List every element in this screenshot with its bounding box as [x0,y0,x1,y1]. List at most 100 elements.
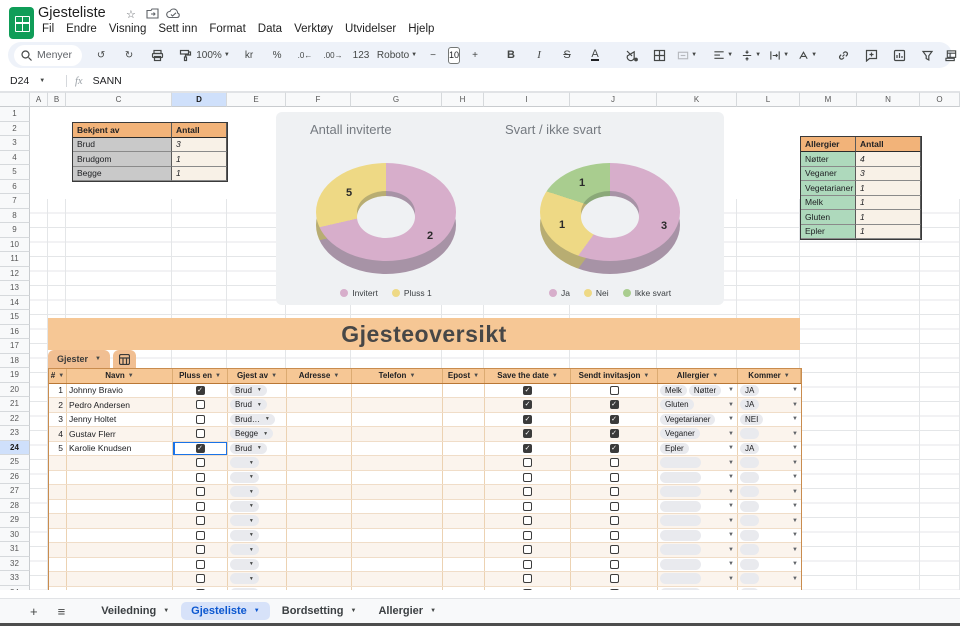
donut-chart[interactable]: 3 1 1 [540,163,680,274]
allergier-cell[interactable]: ▼ [658,514,738,528]
dropdown-chip[interactable] [740,587,759,590]
dropdown-chip[interactable] [740,428,759,440]
checkbox[interactable] [195,458,205,468]
all-sheets-button[interactable]: ≡ [50,604,74,619]
kommer-cell[interactable]: JA ▼ [738,442,801,456]
text-wrap-button[interactable]: ▼ [766,45,792,65]
save-the-date-cell[interactable] [485,456,571,470]
sheet-tab-gjesteliste[interactable]: Gjesteliste ▼ [181,602,270,620]
checkbox[interactable] [609,574,619,584]
kommer-cell[interactable]: NEI ▼ [738,413,801,427]
epost-cell[interactable] [443,470,485,484]
guest-num-cell[interactable] [49,499,67,513]
dropdown-chip[interactable]: ▼ [230,573,259,585]
allergier-cell[interactable]: ▼ [658,456,738,470]
dropdown-chip[interactable]: JA [740,442,760,454]
dropdown-chip[interactable]: Brud ▼ [230,442,267,454]
dropdown-chip[interactable]: ▼ [230,544,259,556]
guest-num-cell[interactable] [49,456,67,470]
guest-name-cell[interactable]: Johnny Bravio [67,383,173,397]
checkbox[interactable]: ✓ [609,429,619,439]
guest-col-header[interactable]: Allergier ▼ [658,369,738,383]
move-folder-icon[interactable] [146,8,159,22]
allergier-cell[interactable]: Veganer ▼ [658,427,738,441]
view-grid-button[interactable] [112,350,136,368]
column-header-G[interactable]: G [351,92,442,107]
guest-num-cell[interactable]: 3 [49,412,67,426]
checkbox[interactable] [523,516,532,526]
name-box[interactable]: D24 ▼ [0,75,62,87]
insert-chart-button[interactable] [886,45,912,65]
guest-name-cell[interactable] [67,499,173,513]
guest-col-header[interactable]: Epost ▼ [443,369,485,383]
guest-num-cell[interactable]: 2 [49,398,67,412]
chevron-down-icon[interactable]: ▼ [430,608,436,614]
adresse-cell[interactable] [287,543,352,557]
pluss-en-cell[interactable] [173,572,228,586]
row-header-21[interactable]: 21 [0,397,30,412]
guest-col-header[interactable]: # ▼ [49,369,67,383]
row-header-24[interactable]: 24 [0,440,30,455]
sendt-invitasjon-cell[interactable] [571,456,658,470]
allergier-cell[interactable]: ▼ [658,499,738,513]
dropdown-chip[interactable]: JA [740,384,760,396]
gjest-av-cell[interactable]: ▼ [228,572,287,586]
row-header-31[interactable]: 31 [0,542,30,557]
dropdown-chip[interactable] [740,573,759,585]
row-header-30[interactable]: 30 [0,527,30,542]
pluss-en-cell[interactable]: ✓ [173,383,228,397]
guest-name-cell[interactable] [67,572,173,586]
dropdown-chip[interactable] [660,515,702,527]
italic-button[interactable]: I [526,45,552,65]
dropdown-chip[interactable] [740,529,759,541]
row-header-16[interactable]: 16 [0,324,30,339]
dropdown-chip[interactable]: Nøtter [688,384,722,396]
menu-verktøy[interactable]: Verktøy [288,21,339,37]
sendt-invitasjon-cell[interactable]: ✓ [571,441,658,455]
dropdown-chip[interactable] [740,558,759,570]
create-filter-button[interactable] [914,45,940,65]
dropdown-chip[interactable]: Melk [660,384,687,396]
telefon-cell[interactable] [352,485,443,499]
dropdown-chip[interactable]: ▼ [230,471,259,483]
allergier-cell[interactable]: ▼ [658,470,738,484]
checkbox[interactable] [195,501,205,511]
kommer-cell[interactable]: ▼ [738,558,801,572]
row-header-2[interactable]: 2 [0,121,30,136]
save-the-date-cell[interactable]: ✓ [485,441,571,455]
checkbox[interactable] [195,487,205,497]
adresse-cell[interactable] [287,485,352,499]
sheet-tab-bordsetting[interactable]: Bordsetting ▼ [272,602,367,620]
paint-format-button[interactable] [172,45,198,65]
column-header-O[interactable]: O [920,92,960,107]
adresse-cell[interactable] [287,427,352,441]
menu-hjelp[interactable]: Hjelp [402,21,440,37]
insert-link-button[interactable] [830,45,856,65]
row-header-13[interactable]: 13 [0,281,30,296]
kommer-cell[interactable]: ▼ [738,485,801,499]
sendt-invitasjon-cell[interactable] [571,470,658,484]
sendt-invitasjon-cell[interactable] [571,383,658,397]
checkbox[interactable] [609,559,619,569]
row-header-8[interactable]: 8 [0,208,30,223]
epost-cell[interactable] [443,586,485,590]
row-header-20[interactable]: 20 [0,382,30,397]
dropdown-chip[interactable]: ▼ [230,486,259,498]
epost-cell[interactable] [443,499,485,513]
column-header-K[interactable]: K [657,92,737,107]
guest-num-cell[interactable] [49,557,67,571]
epost-cell[interactable] [443,543,485,557]
checkbox[interactable] [523,501,532,511]
donut-chart[interactable]: 52 [316,163,456,274]
format-percent-button[interactable]: % [264,45,290,65]
allergier-cell[interactable]: ▼ [658,485,738,499]
telefon-cell[interactable] [352,572,443,586]
epost-cell[interactable] [443,412,485,426]
checkbox[interactable] [523,487,532,497]
allergier-cell[interactable]: Epler ▼ [658,441,738,455]
font-select[interactable]: Roboto ▼ [377,45,417,65]
guest-num-cell[interactable]: 4 [49,427,67,441]
gjest-av-cell[interactable]: Brud… ▼ [228,412,287,426]
row-header-28[interactable]: 28 [0,498,30,513]
checkbox[interactable]: ✓ [609,400,619,410]
